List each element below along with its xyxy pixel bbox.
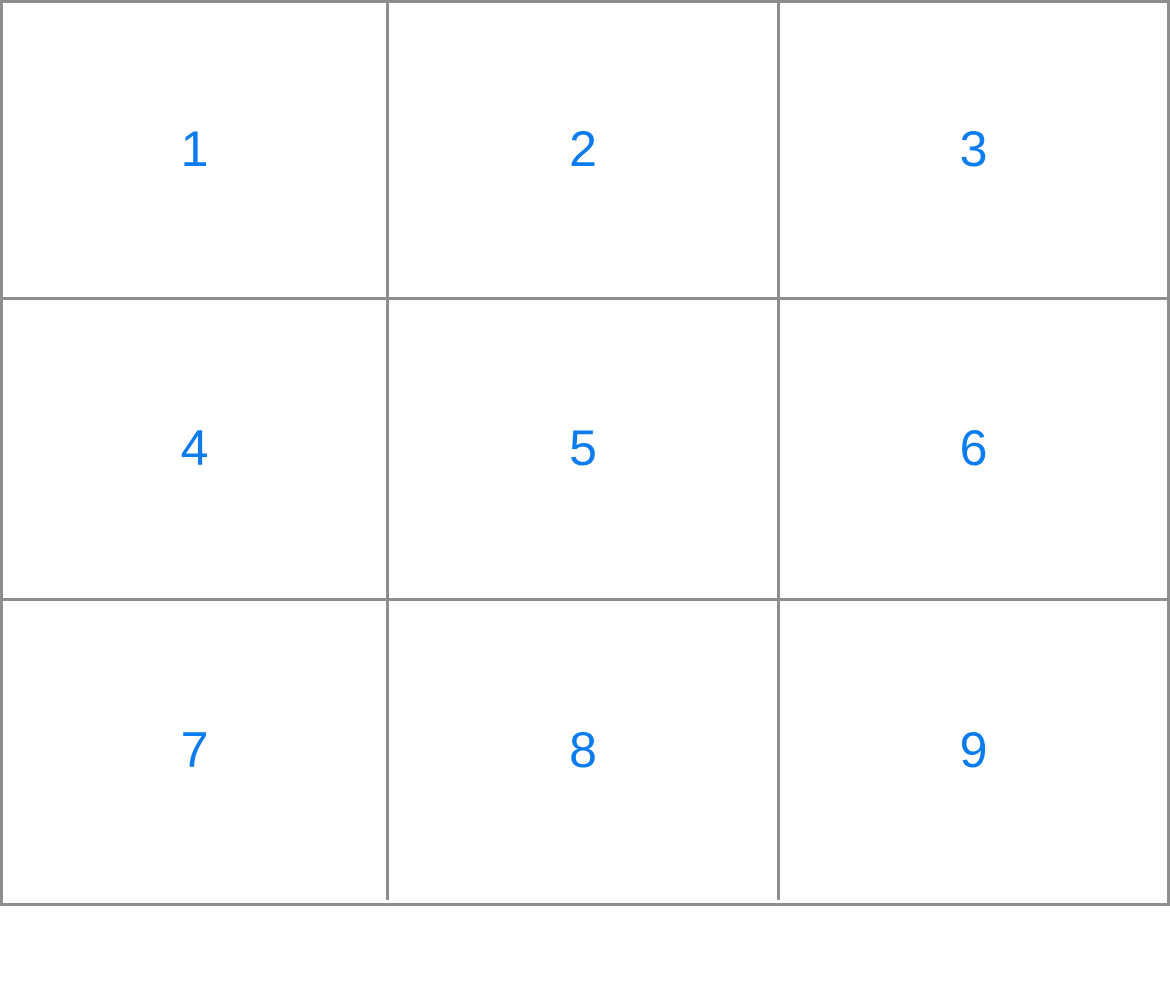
key-7[interactable]: 7 xyxy=(3,601,389,900)
key-9[interactable]: 9 xyxy=(780,601,1167,900)
number-keypad: 1 2 3 4 5 6 7 8 9 xyxy=(0,0,1170,906)
key-3[interactable]: 3 xyxy=(780,3,1167,300)
key-5[interactable]: 5 xyxy=(389,300,780,601)
key-8[interactable]: 8 xyxy=(389,601,780,900)
key-1[interactable]: 1 xyxy=(3,3,389,300)
key-4[interactable]: 4 xyxy=(3,300,389,601)
key-6[interactable]: 6 xyxy=(780,300,1167,601)
key-2[interactable]: 2 xyxy=(389,3,780,300)
